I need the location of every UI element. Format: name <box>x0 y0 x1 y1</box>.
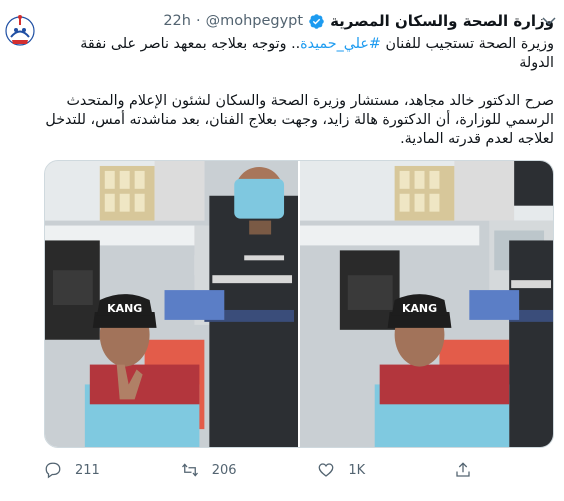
separator-dot: · <box>195 13 201 29</box>
like-button[interactable]: 1K <box>317 458 454 482</box>
tweet-paragraph: صرح الدكتور خالد مجاهد، مستشار وزيرة الص… <box>45 93 554 147</box>
ambulance-photo: KANG <box>45 161 298 447</box>
retweet-count: 206 <box>211 462 237 478</box>
share-icon <box>456 462 470 477</box>
ministry-logo-icon <box>5 15 35 46</box>
heart-icon <box>318 463 334 477</box>
action-bar: 211 206 1K <box>44 458 484 482</box>
tweet-header: وزارة الصحة والسكان المصرية @mohpegypt ·… <box>44 10 554 32</box>
headline-prefix: وزيرة الصحة تستجيب للفنان <box>380 36 554 52</box>
share-button[interactable] <box>454 458 484 482</box>
media-grid: KANG KANG <box>44 160 554 448</box>
like-count: 1K <box>348 462 366 478</box>
tweet-headline: وزيرة الصحة تستجيب للفنان #علي_حميدة.. و… <box>44 35 554 73</box>
display-name[interactable]: وزارة الصحة والسكان المصرية <box>330 12 554 30</box>
tweet-text: وزيرة الصحة تستجيب للفنان #علي_حميدة.. و… <box>44 35 554 149</box>
reply-icon <box>45 462 61 479</box>
cap-text: KANG <box>107 302 142 315</box>
verified-badge-icon <box>308 13 325 30</box>
timestamp[interactable]: 22h <box>163 13 191 29</box>
photo-1[interactable]: KANG <box>45 161 298 447</box>
reply-count: 211 <box>75 462 100 478</box>
handle[interactable]: @mohpegypt <box>206 13 304 29</box>
tweet[interactable]: وزارة الصحة والسكان المصرية @mohpegypt ·… <box>0 0 564 501</box>
retweet-button[interactable]: 206 <box>181 458 318 482</box>
hashtag-link[interactable]: #علي_حميدة <box>300 36 381 52</box>
chevron-down-icon[interactable] <box>540 12 558 30</box>
ambulance-photo: KANG <box>300 161 553 447</box>
cap-text: KANG <box>402 302 437 315</box>
reply-button[interactable]: 211 <box>44 458 181 482</box>
retweet-icon <box>181 463 198 477</box>
avatar[interactable] <box>5 6 35 56</box>
photo-2[interactable]: KANG <box>300 161 553 447</box>
